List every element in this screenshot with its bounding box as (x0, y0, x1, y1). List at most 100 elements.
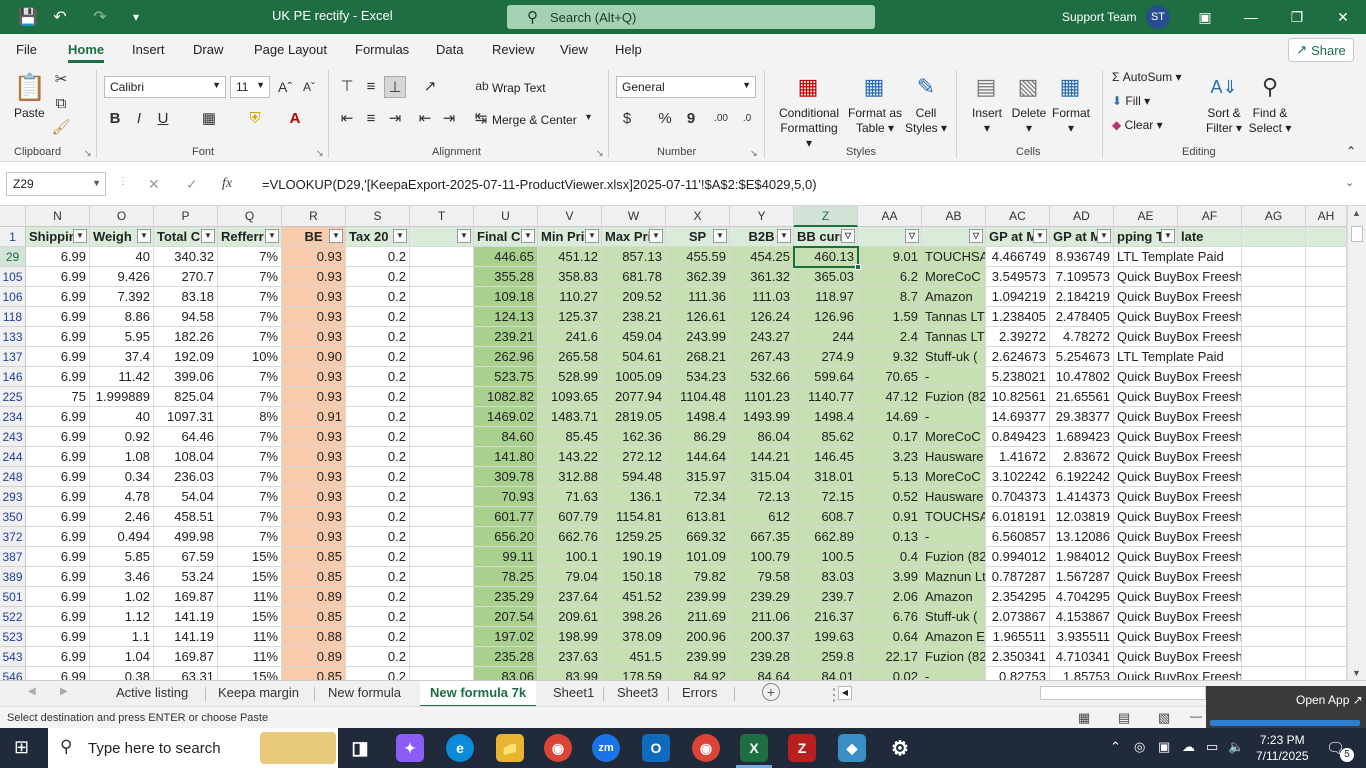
settings-gear-icon[interactable]: ⚙ (886, 734, 914, 762)
table-cell[interactable]: 0.92 (90, 427, 154, 447)
table-cell[interactable]: 5.13 (858, 467, 922, 487)
collapse-ribbon-icon[interactable]: ⌃ (1346, 144, 1356, 158)
table-cell[interactable]: Quick BuyBox Freeship (1114, 367, 1242, 387)
table-cell[interactable]: 85.62 (794, 427, 858, 447)
column-header-u[interactable]: U (474, 206, 538, 227)
table-cell[interactable]: 6.99 (26, 587, 90, 607)
header-cell[interactable]: ▽ (922, 227, 986, 247)
table-cell[interactable]: 150.18 (602, 567, 666, 587)
row-header[interactable]: 248 (0, 467, 26, 487)
table-cell[interactable]: 237.63 (538, 647, 602, 667)
header-cell[interactable]: B2B ▼ (730, 227, 794, 247)
table-cell[interactable]: 0.91 (282, 407, 346, 427)
table-cell[interactable]: 144.21 (730, 447, 794, 467)
table-cell[interactable]: 1.689423 (1050, 427, 1114, 447)
header-cell[interactable]: Max Pri ▼ (602, 227, 666, 247)
table-cell[interactable]: 0.93 (282, 527, 346, 547)
table-cell[interactable]: 0.2 (346, 607, 410, 627)
filter-dropdown-icon[interactable]: ▽ (969, 229, 983, 243)
table-cell[interactable]: 83.06 (474, 667, 538, 680)
table-cell[interactable]: 6.99 (26, 327, 90, 347)
sheet-tab-new-formula[interactable]: New formula (328, 685, 401, 700)
table-cell[interactable]: 10% (218, 347, 282, 367)
table-cell[interactable]: 8% (218, 407, 282, 427)
increase-indent-icon[interactable]: ⇥ (440, 108, 458, 128)
table-cell[interactable] (1242, 307, 1306, 327)
table-cell[interactable]: 315.97 (666, 467, 730, 487)
filter-dropdown-icon[interactable]: ▽ (841, 229, 855, 243)
table-cell[interactable]: 532.66 (730, 367, 794, 387)
tab-draw[interactable]: Draw (193, 42, 223, 57)
table-cell[interactable]: 0.64 (858, 627, 922, 647)
table-cell[interactable]: 47.12 (858, 387, 922, 407)
column-header-y[interactable]: Y (730, 206, 794, 227)
align-right-icon[interactable]: ⇥ (386, 108, 404, 128)
table-cell[interactable]: 662.89 (794, 527, 858, 547)
column-header-af[interactable]: AF (1178, 206, 1242, 227)
table-cell[interactable]: 0.2 (346, 367, 410, 387)
table-cell[interactable]: 216.37 (794, 607, 858, 627)
table-cell[interactable]: 64.46 (154, 427, 218, 447)
table-cell[interactable]: 460.13 (794, 247, 858, 267)
table-cell[interactable] (1242, 327, 1306, 347)
table-cell[interactable]: 15% (218, 607, 282, 627)
table-cell[interactable]: 2.073867 (986, 607, 1050, 627)
table-cell[interactable]: 78.25 (474, 567, 538, 587)
table-cell[interactable] (1242, 507, 1306, 527)
table-cell[interactable]: 100.5 (794, 547, 858, 567)
cut-icon[interactable]: ✂ (52, 70, 70, 88)
table-cell[interactable] (1242, 407, 1306, 427)
table-cell[interactable]: 446.65 (474, 247, 538, 267)
table-cell[interactable]: 534.23 (666, 367, 730, 387)
table-cell[interactable]: 7% (218, 527, 282, 547)
table-cell[interactable]: 239.7 (794, 587, 858, 607)
sheet-tab-sheet1[interactable]: Sheet1 (553, 685, 594, 700)
table-cell[interactable]: 2.478405 (1050, 307, 1114, 327)
header-cell[interactable]: BB curr ▽ (794, 227, 858, 247)
table-cell[interactable]: 459.04 (602, 327, 666, 347)
table-cell[interactable]: 1469.02 (474, 407, 538, 427)
sort-filter-icon[interactable]: A⇓ (1208, 72, 1240, 102)
table-cell[interactable] (410, 547, 474, 567)
table-cell[interactable]: 0.2 (346, 247, 410, 267)
insert-cells-icon[interactable]: ▤ (970, 72, 1002, 102)
next-sheet-icon[interactable]: ▶ (60, 686, 68, 697)
number-format-select[interactable]: General ▼ (616, 76, 756, 98)
table-cell[interactable]: 365.03 (794, 267, 858, 287)
select-all-corner[interactable] (0, 206, 26, 227)
table-cell[interactable]: MoreCoC (922, 267, 986, 287)
table-cell[interactable]: 141.19 (154, 627, 218, 647)
customize-qat-icon[interactable]: ▾ (120, 0, 152, 34)
underline-icon[interactable]: U (154, 108, 172, 128)
column-header-s[interactable]: S (346, 206, 410, 227)
excel-icon[interactable]: X (740, 734, 768, 762)
table-cell[interactable]: 0.91 (858, 507, 922, 527)
table-cell[interactable]: 197.02 (474, 627, 538, 647)
table-cell[interactable]: 8.86 (90, 307, 154, 327)
row-header[interactable]: 106 (0, 287, 26, 307)
table-cell[interactable]: TOUCHSA (922, 247, 986, 267)
table-cell[interactable]: 0.2 (346, 467, 410, 487)
table-cell[interactable]: 0.2 (346, 327, 410, 347)
table-cell[interactable] (410, 467, 474, 487)
table-cell[interactable]: 136.1 (602, 487, 666, 507)
column-header-t[interactable]: T (410, 206, 474, 227)
table-cell[interactable]: Quick BuyBox Freeship (1114, 587, 1242, 607)
table-cell[interactable]: Quick BuyBox Freeship (1114, 287, 1242, 307)
header-cell[interactable]: SP ▼ (666, 227, 730, 247)
table-cell[interactable]: 0.90 (282, 347, 346, 367)
table-cell[interactable]: 1104.48 (666, 387, 730, 407)
prev-sheet-icon[interactable]: ◀ (28, 686, 36, 697)
table-cell[interactable]: 6.560857 (986, 527, 1050, 547)
row-header[interactable]: 543 (0, 647, 26, 667)
table-cell[interactable]: 0.2 (346, 427, 410, 447)
table-cell[interactable]: Stuff-uk ( (922, 607, 986, 627)
table-cell[interactable]: 67.59 (154, 547, 218, 567)
table-cell[interactable]: 2.06 (858, 587, 922, 607)
table-cell[interactable]: 15% (218, 567, 282, 587)
table-cell[interactable]: 599.64 (794, 367, 858, 387)
table-cell[interactable]: 86.29 (666, 427, 730, 447)
table-cell[interactable]: 108.04 (154, 447, 218, 467)
table-cell[interactable]: 7% (218, 487, 282, 507)
table-cell[interactable]: Quick BuyBox Freeship (1114, 607, 1242, 627)
